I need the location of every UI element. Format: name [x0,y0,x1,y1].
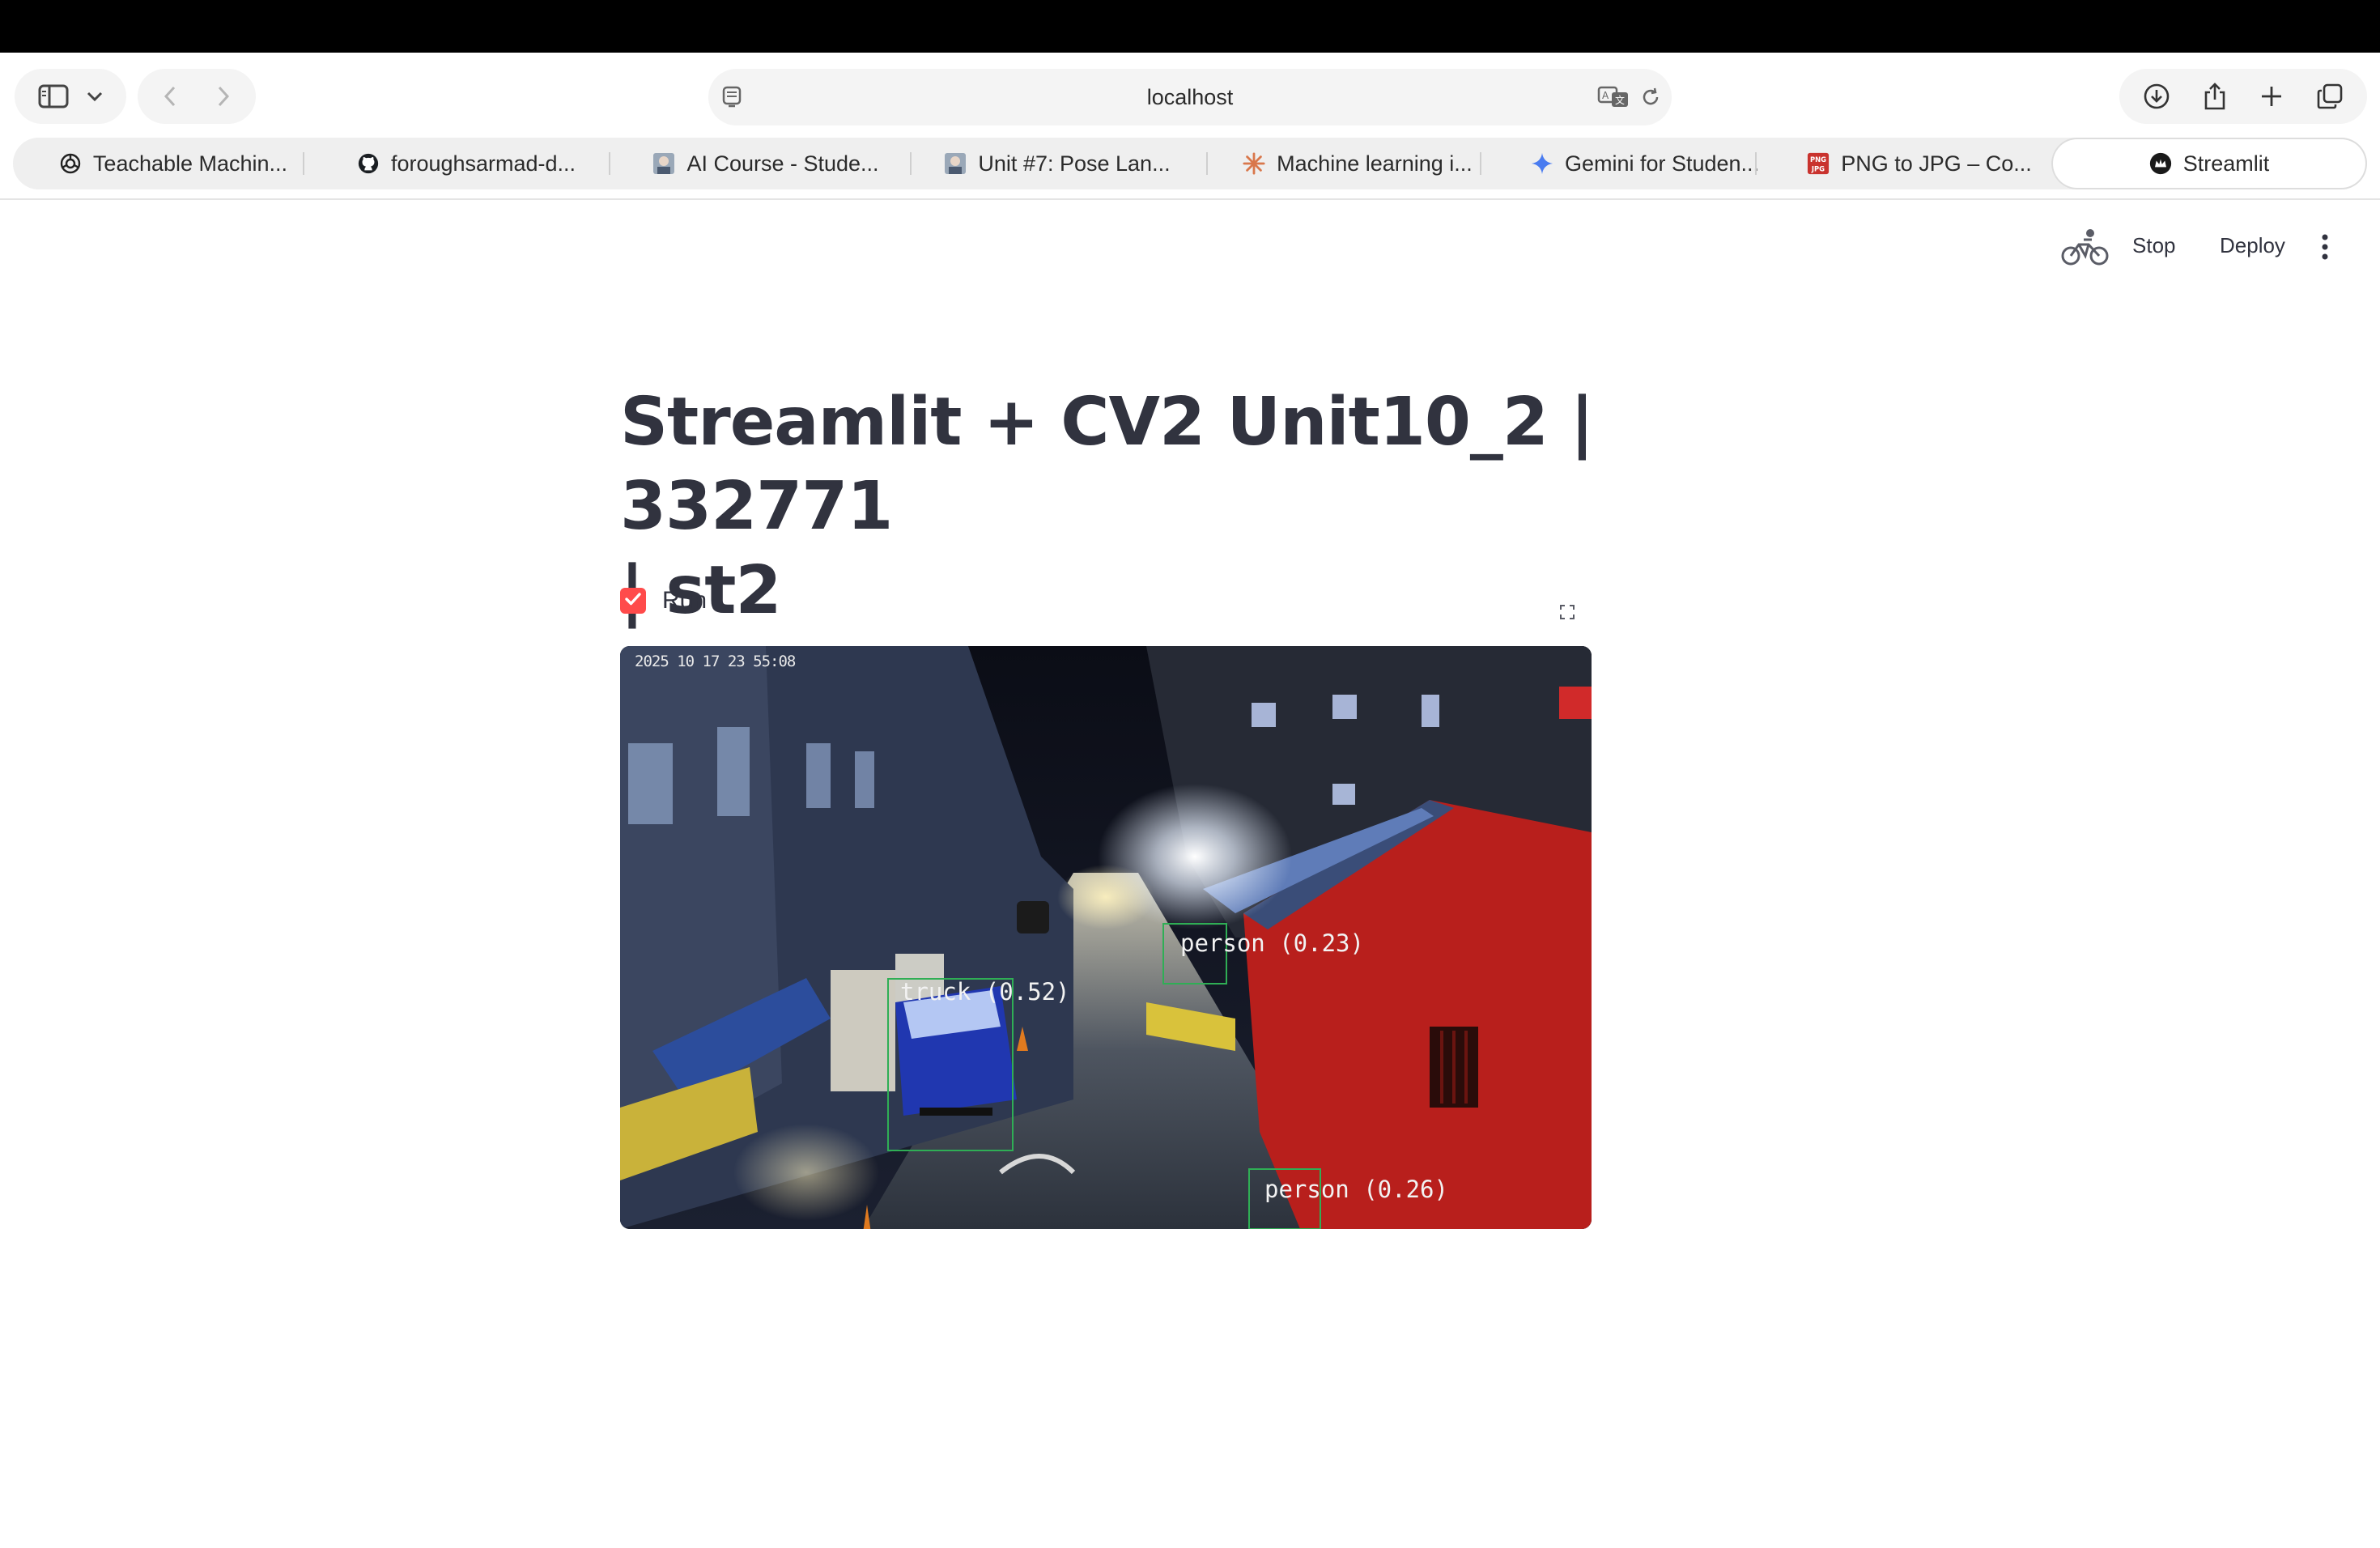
tab-divider [303,152,304,175]
tab-ai-course[interactable]: AI Course - Stude... [636,138,895,189]
run-checkbox[interactable] [620,588,646,614]
tab-label: Machine learning i... [1277,151,1473,176]
starburst-icon [1243,152,1265,175]
detection-label: person (0.26) [1264,1176,1448,1203]
tab-github[interactable]: foroughsarmad-d... [337,138,596,189]
video-frame: 2025 10 17 23 55:08 truck (0.52) person … [620,646,1592,1229]
tab-unit-7[interactable]: Unit #7: Pose Lan... [928,138,1187,189]
svg-text:PNG: PNG [1810,155,1826,164]
tab-label: PNG to JPG – Co... [1841,151,2032,176]
bicycle-icon [2061,227,2110,271]
screen-top-bar [0,0,2380,53]
video-timestamp: 2025 10 17 23 55:08 [635,653,796,670]
detection-label: truck (0.52) [900,978,1070,1006]
tab-label: foroughsarmad-d... [390,151,576,176]
tab-label: AI Course - Stude... [686,151,879,176]
streamlit-crown-icon [2149,152,2172,175]
tab-divider [910,152,912,175]
svg-text:文: 文 [1615,94,1625,106]
deploy-button[interactable]: Deploy [2220,233,2285,258]
history-nav-group [138,69,256,124]
download-icon[interactable] [2143,83,2170,110]
tab-divider [609,152,610,175]
back-icon[interactable] [164,85,176,108]
tab-divider [1755,152,1757,175]
tab-label: Unit #7: Pose Lan... [978,151,1171,176]
translate-icon[interactable]: A文 [1597,84,1631,114]
expand-icon [1560,604,1575,623]
detection-label: person (0.23) [1180,929,1364,957]
chevron-down-icon[interactable] [87,91,103,102]
tab-label: Gemini for Studen... [1564,151,1760,176]
openai-icon [59,152,82,175]
tab-overview-icon[interactable] [2316,83,2344,110]
fullscreen-button[interactable] [1545,591,1590,636]
gemini-sparkle-icon [1531,152,1553,175]
tab-streamlit[interactable]: Streamlit [2051,138,2367,189]
toolbar-actions [2119,69,2367,124]
png-jpg-icon: PNG JPG [1807,152,1830,175]
url-text[interactable]: localhost [708,69,1672,125]
tab-divider [1206,152,1208,175]
street-scene-image [620,646,1592,1229]
sidebar-icon[interactable] [38,84,69,108]
tab-gemini[interactable]: Gemini for Studen... [1515,138,1774,189]
tab-label: Streamlit [2182,151,2270,176]
share-icon[interactable] [2203,82,2227,111]
tab-teachable-machine[interactable]: Teachable Machin... [44,138,303,189]
svg-text:A: A [1602,90,1609,101]
tab-machine-learning[interactable]: Machine learning i... [1224,138,1491,189]
new-tab-icon[interactable] [2259,84,2284,108]
tab-bar: Teachable Machin... foroughsarmad-d... A… [13,138,2367,189]
checkmark-icon [624,592,642,610]
stop-button[interactable]: Stop [2132,233,2176,258]
github-icon [357,152,380,175]
run-checkbox-label[interactable]: Run [662,585,707,617]
tab-png-to-jpg[interactable]: PNG JPG PNG to JPG – Co... [1794,138,2045,189]
reload-icon[interactable] [1639,86,1662,113]
page-title-line-1: Streamlit + CV2 Unit10_2 | 332771 [620,384,1594,545]
course-thumbnail-icon [652,152,675,175]
sidebar-toggle-group[interactable] [15,69,126,124]
vertical-dots-icon[interactable] [2320,233,2330,265]
address-bar[interactable]: localhost A文 [708,69,1672,125]
tab-divider [1480,152,1481,175]
svg-text:JPG: JPG [1811,164,1825,172]
course-thumbnail-icon [944,152,967,175]
tab-label: Teachable Machin... [92,151,288,176]
forward-icon[interactable] [217,85,230,108]
